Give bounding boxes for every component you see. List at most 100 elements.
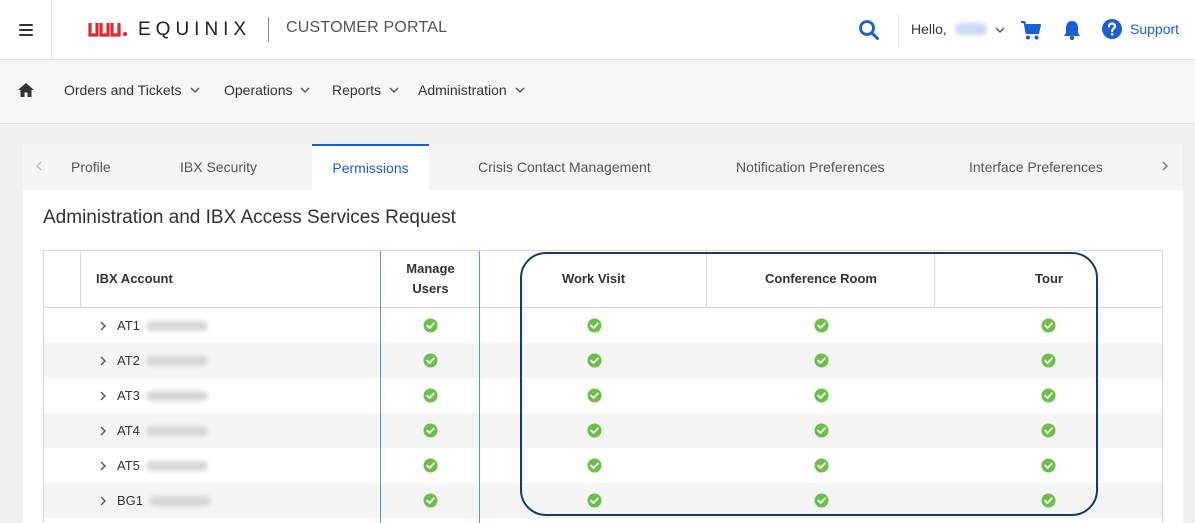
check-circle-icon bbox=[1041, 318, 1056, 333]
user-menu[interactable]: Hello, bbox=[911, 21, 987, 37]
check-circle-icon bbox=[423, 353, 438, 368]
logo-text: EQUINIX bbox=[138, 19, 252, 40]
chevron-down-icon bbox=[515, 87, 525, 93]
cart-icon[interactable] bbox=[1020, 19, 1042, 41]
check-circle-icon bbox=[587, 318, 602, 333]
chevron-right-icon[interactable] bbox=[98, 390, 108, 402]
account-name-redacted bbox=[145, 460, 208, 471]
nav-reports[interactable]: Reports bbox=[332, 82, 400, 98]
account-code: AT2 bbox=[117, 353, 140, 368]
tab-bar: Profile IBX Security Permissions Crisis … bbox=[23, 144, 1183, 190]
check-circle-icon bbox=[423, 493, 438, 508]
check-circle-icon bbox=[423, 318, 438, 333]
nav-operations[interactable]: Operations bbox=[224, 82, 311, 98]
tab-interface-preferences[interactable]: Interface Preferences bbox=[969, 144, 1103, 190]
header-manage-users[interactable]: Manage Users bbox=[381, 251, 480, 307]
portal-title: CUSTOMER PORTAL bbox=[286, 19, 448, 36]
header-work-visit[interactable]: Work Visit bbox=[480, 251, 707, 307]
account-name-redacted bbox=[145, 320, 208, 331]
check-circle-icon bbox=[587, 353, 602, 368]
content-card: Profile IBX Security Permissions Crisis … bbox=[23, 144, 1183, 523]
check-circle-icon bbox=[1041, 353, 1056, 368]
account-code: AT3 bbox=[117, 388, 140, 403]
column-divider bbox=[934, 251, 935, 308]
chevron-right-icon[interactable] bbox=[98, 425, 108, 437]
account-name-redacted bbox=[145, 390, 208, 401]
chevron-right-icon[interactable] bbox=[1158, 158, 1172, 174]
section-title: Administration and IBX Access Services R… bbox=[43, 207, 456, 228]
check-circle-icon bbox=[587, 493, 602, 508]
check-circle-icon bbox=[814, 353, 829, 368]
column-divider bbox=[380, 251, 381, 523]
top-header: EQUINIX CUSTOMER PORTAL Hello, Support bbox=[0, 0, 1195, 60]
column-divider bbox=[479, 251, 480, 523]
tab-crisis-contact-management[interactable]: Crisis Contact Management bbox=[478, 144, 651, 190]
chevron-right-icon[interactable] bbox=[98, 355, 108, 367]
chevron-left-icon[interactable] bbox=[32, 158, 46, 174]
header-separator bbox=[898, 14, 899, 46]
account-code: AT5 bbox=[117, 458, 140, 473]
table-row: AT3 bbox=[44, 378, 1162, 413]
account-name-redacted bbox=[145, 425, 208, 436]
logo-divider bbox=[268, 17, 269, 42]
header-tour[interactable]: Tour bbox=[935, 251, 1162, 307]
check-circle-icon bbox=[814, 423, 829, 438]
chevron-down-icon bbox=[190, 87, 199, 93]
tab-profile[interactable]: Profile bbox=[71, 144, 111, 190]
nav-orders-and-tickets[interactable]: Orders and Tickets bbox=[64, 82, 201, 98]
chevron-down-icon bbox=[300, 87, 310, 93]
home-icon[interactable] bbox=[17, 82, 35, 98]
check-circle-icon bbox=[587, 423, 602, 438]
main-nav: Orders and Tickets Operations Reports Ad… bbox=[0, 60, 1195, 124]
account-name-redacted bbox=[149, 495, 212, 506]
check-circle-icon bbox=[587, 388, 602, 403]
tab-notification-preferences[interactable]: Notification Preferences bbox=[736, 144, 885, 190]
user-name-redacted bbox=[954, 23, 987, 35]
support-label: Support bbox=[1130, 21, 1180, 37]
check-circle-icon bbox=[1041, 423, 1056, 438]
check-circle-icon bbox=[1041, 493, 1056, 508]
account-code: AT1 bbox=[117, 318, 140, 333]
greeting-text: Hello, bbox=[911, 21, 947, 37]
account-code: AT4 bbox=[117, 423, 140, 438]
chevron-right-icon[interactable] bbox=[98, 495, 108, 507]
tab-permissions[interactable]: Permissions bbox=[312, 144, 429, 190]
chevron-down-icon[interactable] bbox=[993, 23, 1007, 37]
account-code: BG1 bbox=[117, 493, 144, 508]
search-icon[interactable] bbox=[858, 19, 880, 41]
tab-ibx-security[interactable]: IBX Security bbox=[180, 144, 257, 190]
header-conference-room[interactable]: Conference Room bbox=[707, 251, 935, 307]
check-circle-icon bbox=[587, 458, 602, 473]
header-ibx-account[interactable]: IBX Account bbox=[96, 251, 396, 307]
table-row: AT2 bbox=[44, 343, 1162, 378]
chevron-right-icon[interactable] bbox=[98, 320, 108, 332]
column-divider bbox=[706, 251, 707, 308]
menu-button[interactable] bbox=[0, 0, 52, 60]
check-circle-icon bbox=[814, 493, 829, 508]
equinix-logo-mark-icon bbox=[88, 23, 127, 37]
bell-icon[interactable] bbox=[1061, 19, 1083, 41]
table-row: AT5 bbox=[44, 448, 1162, 483]
help-icon bbox=[1102, 19, 1122, 39]
table-row: AT1 bbox=[44, 308, 1162, 343]
equinix-logo[interactable]: EQUINIX bbox=[88, 17, 251, 43]
chevron-down-icon bbox=[389, 87, 399, 93]
account-name-redacted bbox=[145, 355, 208, 366]
table-row: AT4 bbox=[44, 413, 1162, 448]
check-circle-icon bbox=[814, 458, 829, 473]
check-circle-icon bbox=[814, 388, 829, 403]
check-circle-icon bbox=[423, 458, 438, 473]
support-link[interactable]: Support bbox=[1101, 18, 1179, 40]
check-circle-icon bbox=[814, 318, 829, 333]
chevron-right-icon[interactable] bbox=[98, 460, 108, 472]
column-divider bbox=[80, 251, 81, 308]
check-circle-icon bbox=[423, 423, 438, 438]
check-circle-icon bbox=[1041, 458, 1056, 473]
hamburger-icon bbox=[18, 24, 33, 36]
table-header: IBX Account Manage Users Work Visit Conf… bbox=[44, 251, 1162, 308]
permissions-table: AT1 AT2 AT3 AT4 AT5 BG1 IBX Account Mana… bbox=[43, 250, 1163, 523]
check-circle-icon bbox=[1041, 388, 1056, 403]
nav-administration[interactable]: Administration bbox=[418, 82, 526, 98]
check-circle-icon bbox=[423, 388, 438, 403]
table-row: BG1 bbox=[44, 483, 1162, 518]
